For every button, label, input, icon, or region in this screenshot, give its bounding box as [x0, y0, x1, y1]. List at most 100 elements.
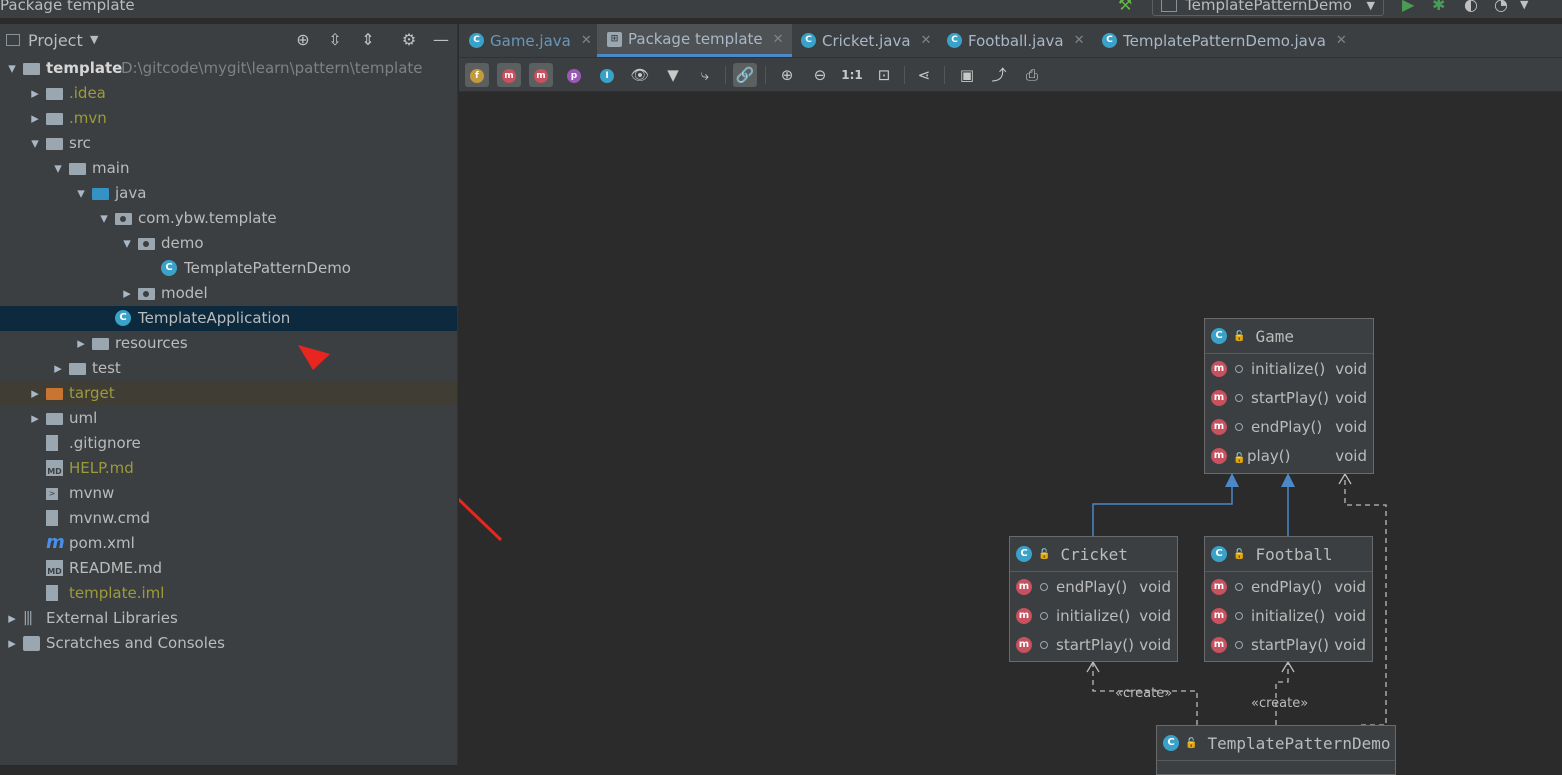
uml-method-row[interactable]: m startPlay() void: [1205, 383, 1373, 412]
diagram-canvas[interactable]: «create» «create» C 🔓 Game m initialize()…: [459, 92, 1562, 775]
uml-method-row[interactable]: m endPlay() void: [1205, 572, 1372, 601]
close-icon[interactable]: ✕: [773, 32, 784, 47]
coverage-icon[interactable]: ◐: [1464, 0, 1478, 14]
uml-class-cricket[interactable]: C 🔓 Cricket m endPlay() void m initialize() v…: [1009, 536, 1178, 662]
collapse-all-icon[interactable]: ⇕: [357, 30, 379, 50]
chevron-down-icon[interactable]: ▾: [98, 206, 110, 231]
tree-item[interactable]: ▸ .mvn: [0, 106, 457, 131]
actual-size-icon[interactable]: 1:1: [840, 63, 864, 87]
uml-method-row[interactable]: m startPlay() void: [1205, 630, 1372, 659]
run-icon[interactable]: ▶: [1402, 0, 1414, 14]
uml-method-row[interactable]: m initialize() void: [1205, 601, 1372, 630]
diagram-toolbar: f m m p I 👁 ▼ ⤷ 🔗 ⊕ ⊖ 1:1 ⊡ ⋖ ▣ ⤴ ⎙: [459, 58, 1562, 92]
tree-item[interactable]: ▸ ||| External Libraries: [0, 606, 457, 631]
tree-item[interactable]: ▾ template D:\gitcode\mygit\learn\pattern\…: [0, 56, 457, 81]
tree-item[interactable]: ▸ resources: [0, 331, 457, 356]
uml-method-row[interactable]: m initialize() void: [1205, 354, 1373, 383]
tree-item[interactable]: ▸ target: [0, 381, 457, 406]
folder-icon: [69, 163, 86, 175]
uml-class-templatepatterndemo[interactable]: C 🔓 TemplatePatternDemo: [1156, 725, 1396, 775]
chevron-right-icon[interactable]: ▸: [29, 106, 41, 131]
zoom-in-icon[interactable]: ⊕: [775, 63, 799, 87]
chevron-down-icon[interactable]: ▾: [75, 181, 87, 206]
gear-icon[interactable]: ⚙: [398, 30, 420, 50]
chevron-right-icon[interactable]: ▸: [29, 381, 41, 406]
tree-item[interactable]: MD HELP.md: [0, 456, 457, 481]
chevron-right-icon[interactable]: ▸: [75, 331, 87, 356]
chevron-right-icon[interactable]: ▸: [121, 281, 133, 306]
show-icon[interactable]: 👁: [628, 63, 652, 87]
build-hammer-icon[interactable]: ⚒: [1118, 0, 1132, 14]
tree-item-label: pom.xml: [69, 534, 135, 552]
editor-tab[interactable]: C Football.java ✕: [937, 24, 1092, 57]
chevron-down-icon[interactable]: ▾: [29, 131, 41, 156]
uml-method-row[interactable]: m startPlay() void: [1010, 630, 1177, 659]
method-name: startPlay(): [1056, 635, 1134, 654]
chevron-down-icon[interactable]: ▾: [52, 156, 64, 181]
tree-item[interactable]: ▾ java: [0, 181, 457, 206]
close-icon[interactable]: ✕: [1336, 33, 1347, 48]
tree-item[interactable]: ▸ Scratches and Consoles: [0, 631, 457, 656]
save-icon[interactable]: ▣: [955, 63, 979, 87]
chevron-down-icon[interactable]: ▼: [90, 33, 98, 46]
methods-toggle[interactable]: m: [529, 63, 553, 87]
tree-item[interactable]: ▸ uml: [0, 406, 457, 431]
close-icon[interactable]: ✕: [1074, 33, 1085, 48]
debug-icon[interactable]: ✱: [1432, 0, 1445, 14]
print-icon[interactable]: ⎙: [1020, 63, 1044, 87]
tree-item[interactable]: C TemplateApplication: [0, 306, 457, 331]
tree-item[interactable]: ▸ .idea: [0, 81, 457, 106]
expand-all-icon[interactable]: ⇳: [324, 30, 346, 50]
uml-method-row[interactable]: m endPlay() void: [1010, 572, 1177, 601]
tree-item[interactable]: ▸ test: [0, 356, 457, 381]
editor-tab[interactable]: C Cricket.java ✕: [791, 24, 939, 57]
chevron-right-icon[interactable]: ▸: [52, 356, 64, 381]
properties-toggle[interactable]: p: [562, 63, 586, 87]
uml-method-row[interactable]: m 🔓 play() void: [1205, 441, 1373, 470]
run-config-selector[interactable]: TemplatePatternDemo ▼: [1152, 0, 1384, 16]
uml-class-football[interactable]: C 🔓 Football m endPlay() void m initialize()…: [1204, 536, 1373, 662]
fit-content-icon[interactable]: ⊡: [872, 63, 896, 87]
editor-tab[interactable]: C Game.java ✕: [459, 24, 600, 57]
fields-toggle[interactable]: f: [465, 63, 489, 87]
project-view-selector[interactable]: Project: [28, 31, 83, 50]
chevron-right-icon[interactable]: ▸: [6, 631, 18, 656]
chevron-right-icon[interactable]: ▸: [29, 406, 41, 431]
close-icon[interactable]: ✕: [581, 33, 592, 48]
tree-item[interactable]: > mvnw: [0, 481, 457, 506]
tree-item[interactable]: template.iml: [0, 581, 457, 606]
zoom-out-icon[interactable]: ⊖: [808, 63, 832, 87]
chevron-right-icon[interactable]: ▸: [6, 606, 18, 631]
export-icon[interactable]: ⤴: [987, 63, 1011, 87]
tree-item[interactable]: .gitignore: [0, 431, 457, 456]
inner-classes-toggle[interactable]: I: [595, 63, 619, 87]
chevron-right-icon[interactable]: ▸: [29, 81, 41, 106]
uml-method-row[interactable]: m initialize() void: [1010, 601, 1177, 630]
tree-item[interactable]: ▾ demo: [0, 231, 457, 256]
close-icon[interactable]: ✕: [921, 33, 932, 48]
tree-item[interactable]: ▾ src: [0, 131, 457, 156]
chevron-down-icon[interactable]: ▾: [121, 231, 133, 256]
edge-routing-icon[interactable]: ⤷: [693, 63, 717, 87]
constructors-toggle[interactable]: m: [497, 63, 521, 87]
package-private-icon: [1235, 611, 1243, 620]
layout-icon[interactable]: ⋖: [912, 63, 936, 87]
uml-class-game[interactable]: C 🔓 Game m initialize() void m startPlay() vo…: [1204, 318, 1374, 474]
uml-method-row[interactable]: m endPlay() void: [1205, 412, 1373, 441]
tree-item[interactable]: C TemplatePatternDemo: [0, 256, 457, 281]
tree-item[interactable]: ▸ model: [0, 281, 457, 306]
editor-tab[interactable]: C TemplatePatternDemo.java ✕: [1092, 24, 1355, 57]
link-icon[interactable]: 🔗: [733, 63, 757, 87]
filter-icon[interactable]: ▼: [661, 63, 685, 87]
tree-item[interactable]: ▾ main: [0, 156, 457, 181]
chevron-down-icon[interactable]: ▾: [6, 56, 18, 81]
tree-item[interactable]: MD README.md: [0, 556, 457, 581]
tree-item[interactable]: ▾ com.ybw.template: [0, 206, 457, 231]
hide-panel-icon[interactable]: —: [430, 30, 452, 50]
profile-icon[interactable]: ◔: [1494, 0, 1508, 14]
editor-tab[interactable]: ⊞ Package template ✕: [597, 24, 792, 57]
tree-item[interactable]: m pom.xml: [0, 531, 457, 556]
tree-item[interactable]: mvnw.cmd: [0, 506, 457, 531]
locate-file-icon[interactable]: ⊕: [292, 30, 314, 50]
more-run-options-icon[interactable]: ▼: [1520, 0, 1528, 14]
